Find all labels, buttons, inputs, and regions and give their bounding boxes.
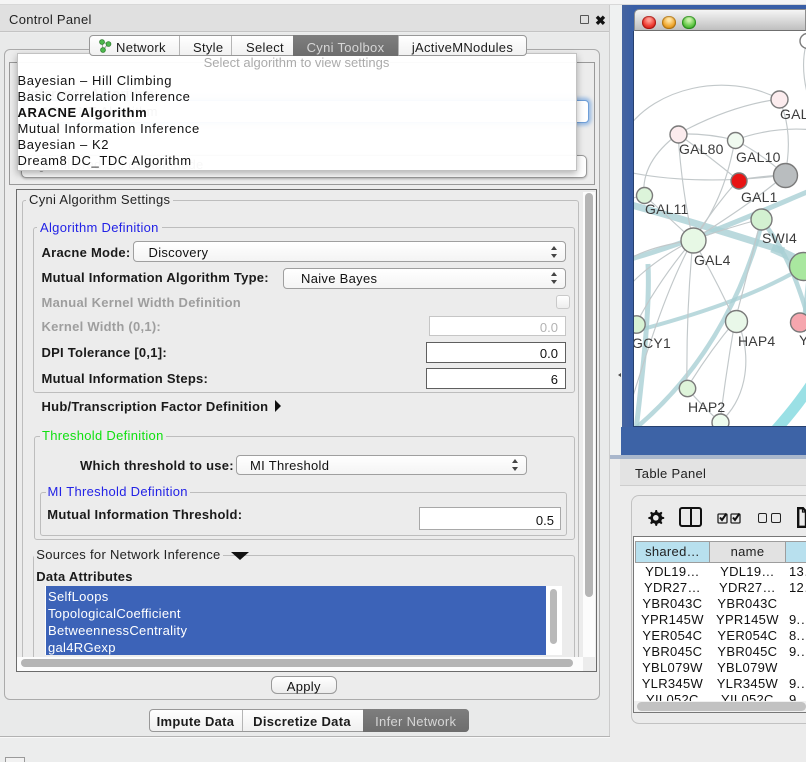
svg-text:GAL10: GAL10	[736, 149, 781, 165]
svg-text:GAL1: GAL1	[741, 189, 778, 205]
svg-text:GAL80: GAL80	[679, 141, 724, 157]
svg-text:Y: Y	[799, 332, 806, 348]
svg-text:GAL11: GAL11	[645, 201, 689, 217]
svg-text:SWI4: SWI4	[762, 230, 797, 246]
svg-text:HAP2: HAP2	[688, 399, 725, 415]
svg-text:GAL2: GAL2	[780, 106, 806, 122]
svg-text:GAL4: GAL4	[694, 252, 731, 268]
svg-text:HAP4: HAP4	[738, 333, 775, 349]
svg-text:GCY1: GCY1	[634, 335, 671, 351]
